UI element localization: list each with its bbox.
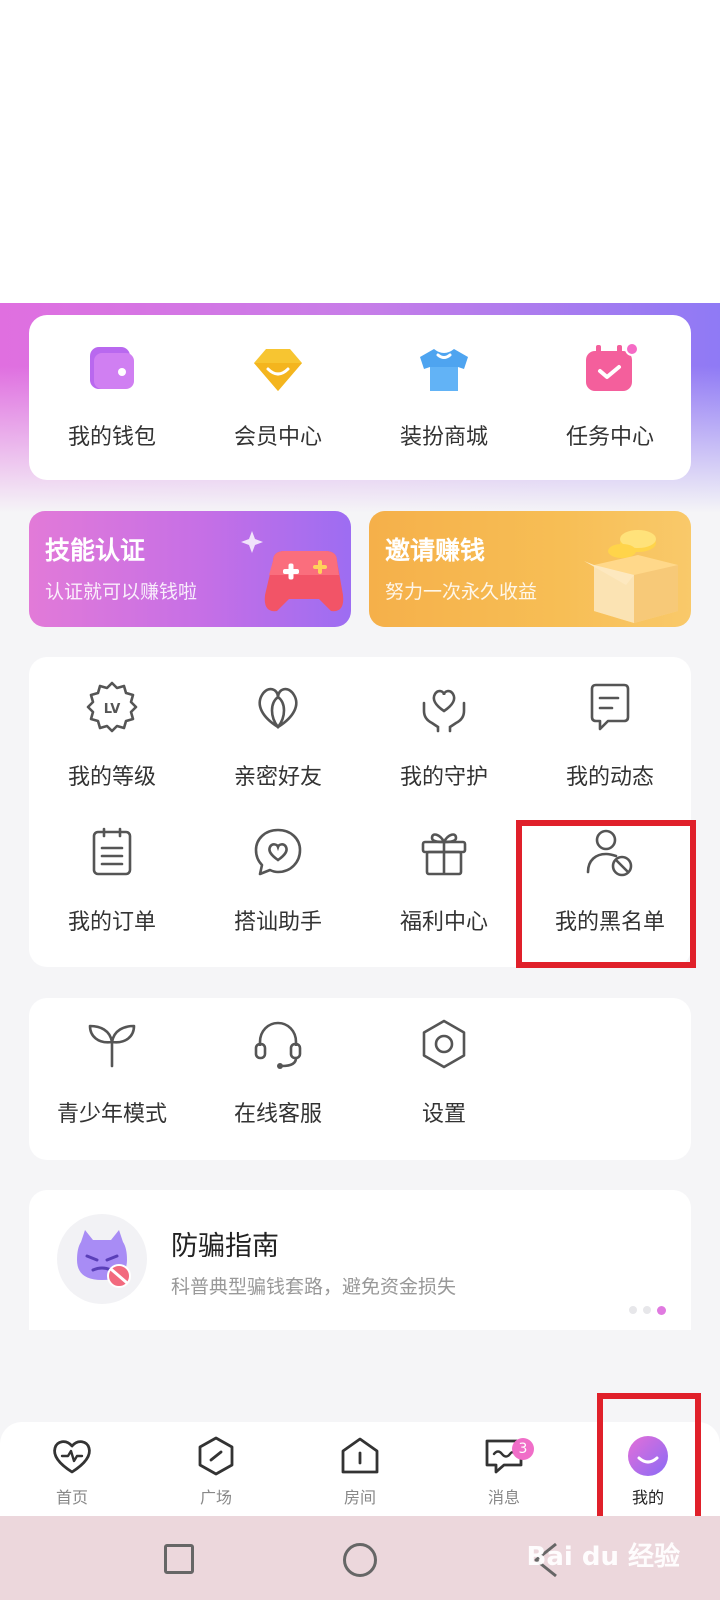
guard-heart-icon — [418, 681, 470, 737]
home-button[interactable] — [343, 1543, 377, 1577]
level-badge-icon: LV — [86, 681, 138, 737]
calendar-check-icon — [582, 342, 639, 399]
square-compass-icon — [194, 1436, 238, 1480]
function-label: 我的订单 — [67, 910, 156, 935]
diamond-icon — [250, 345, 306, 397]
quick-item-tasks[interactable]: 任务中心 — [527, 337, 693, 467]
quick-label: 任务中心 — [565, 425, 654, 450]
svg-text:LV: LV — [104, 702, 121, 717]
quick-label: 装扮商城 — [399, 425, 488, 450]
highlight-box-blacklist — [516, 820, 696, 968]
function-item-settings[interactable]: 设置 — [361, 1012, 527, 1142]
quick-item-wallet[interactable]: 我的钱包 — [29, 337, 195, 467]
function-item-teen-mode[interactable]: 青少年模式 — [29, 1012, 195, 1142]
tshirt-icon — [416, 345, 472, 397]
recent-apps-button[interactable] — [164, 1544, 194, 1574]
function-label: 在线客服 — [233, 1102, 322, 1127]
invite-earn-banner[interactable]: 邀请赚钱 努力一次永久收益 — [369, 511, 691, 627]
quick-label: 我的钱包 — [67, 425, 156, 450]
function-label: 我的守护 — [399, 765, 488, 790]
function-item-posts[interactable]: 我的动态 — [527, 675, 693, 805]
carousel-dot — [629, 1306, 637, 1314]
baidu-watermark: Bai du 经验 — [526, 1542, 681, 1572]
headset-icon — [252, 1018, 304, 1074]
treasure-box-icon — [574, 521, 689, 627]
tab-label: 消息 — [487, 1488, 520, 1507]
banner-title: 技能认证 — [45, 536, 146, 565]
tab-messages[interactable]: 3 消息 — [432, 1422, 576, 1516]
function-label: 设置 — [421, 1102, 466, 1127]
function-label: 福利中心 — [399, 910, 488, 935]
function-item-orders[interactable]: 我的订单 — [29, 820, 195, 950]
guide-subtitle: 科普典型骗钱套路，避免资金损失 — [171, 1276, 457, 1298]
anti-fraud-guide-card[interactable]: 防骗指南 科普典型骗钱套路，避免资金损失 — [29, 1190, 691, 1330]
function-item-customer-service[interactable]: 在线客服 — [195, 1012, 361, 1142]
quick-entry-card: 我的钱包 会员中心 装扮商城 任务中心 — [29, 315, 691, 480]
banner-subtitle: 努力一次永久收益 — [385, 581, 538, 603]
function-label: 青少年模式 — [56, 1102, 167, 1127]
misc-function-card: 青少年模式 在线客服 设置 — [29, 998, 691, 1160]
top-blank-area — [0, 0, 720, 303]
quick-item-vip[interactable]: 会员中心 — [195, 337, 361, 467]
tab-label: 首页 — [55, 1488, 88, 1507]
sprout-icon — [86, 1018, 138, 1074]
intimate-heart-icon — [252, 681, 304, 737]
chat-heart-icon — [252, 826, 304, 882]
function-label: 我的动态 — [565, 765, 654, 790]
room-house-icon — [338, 1436, 382, 1480]
function-label: 我的等级 — [67, 765, 156, 790]
skill-cert-banner[interactable]: 技能认证 认证就可以赚钱啦 — [29, 511, 351, 627]
function-item-level[interactable]: LV 我的等级 — [29, 675, 195, 805]
gamepad-icon — [239, 525, 349, 625]
tab-label: 广场 — [199, 1488, 232, 1507]
anti-fraud-devil-icon — [57, 1214, 147, 1304]
banner-title: 邀请赚钱 — [385, 536, 486, 565]
carousel-dot-active — [657, 1306, 666, 1315]
tab-label: 房间 — [343, 1488, 376, 1507]
function-item-welfare[interactable]: 福利中心 — [361, 820, 527, 950]
tab-plaza[interactable]: 广场 — [144, 1422, 288, 1516]
quick-item-dressup[interactable]: 装扮商城 — [361, 337, 527, 467]
function-label: 亲密好友 — [233, 765, 322, 790]
unread-badge: 3 — [512, 1438, 534, 1460]
function-item-guard[interactable]: 我的守护 — [361, 675, 527, 805]
settings-hex-icon — [418, 1018, 470, 1074]
gift-icon — [418, 826, 470, 882]
banner-subtitle: 认证就可以赚钱啦 — [45, 581, 198, 603]
tab-home[interactable]: 首页 — [0, 1422, 144, 1516]
post-icon — [584, 681, 636, 737]
tab-room[interactable]: 房间 — [288, 1422, 432, 1516]
order-list-icon — [86, 826, 138, 882]
function-item-chat-assistant[interactable]: 搭讪助手 — [195, 820, 361, 950]
function-item-intimate[interactable]: 亲密好友 — [195, 675, 361, 805]
function-label: 搭讪助手 — [233, 910, 322, 935]
guide-title: 防骗指南 — [171, 1231, 279, 1262]
system-nav-bar: Bai du 经验 — [0, 1516, 720, 1600]
wallet-icon — [88, 345, 136, 397]
quick-label: 会员中心 — [233, 425, 322, 450]
heartbeat-icon — [50, 1436, 94, 1480]
carousel-dot — [643, 1306, 651, 1314]
